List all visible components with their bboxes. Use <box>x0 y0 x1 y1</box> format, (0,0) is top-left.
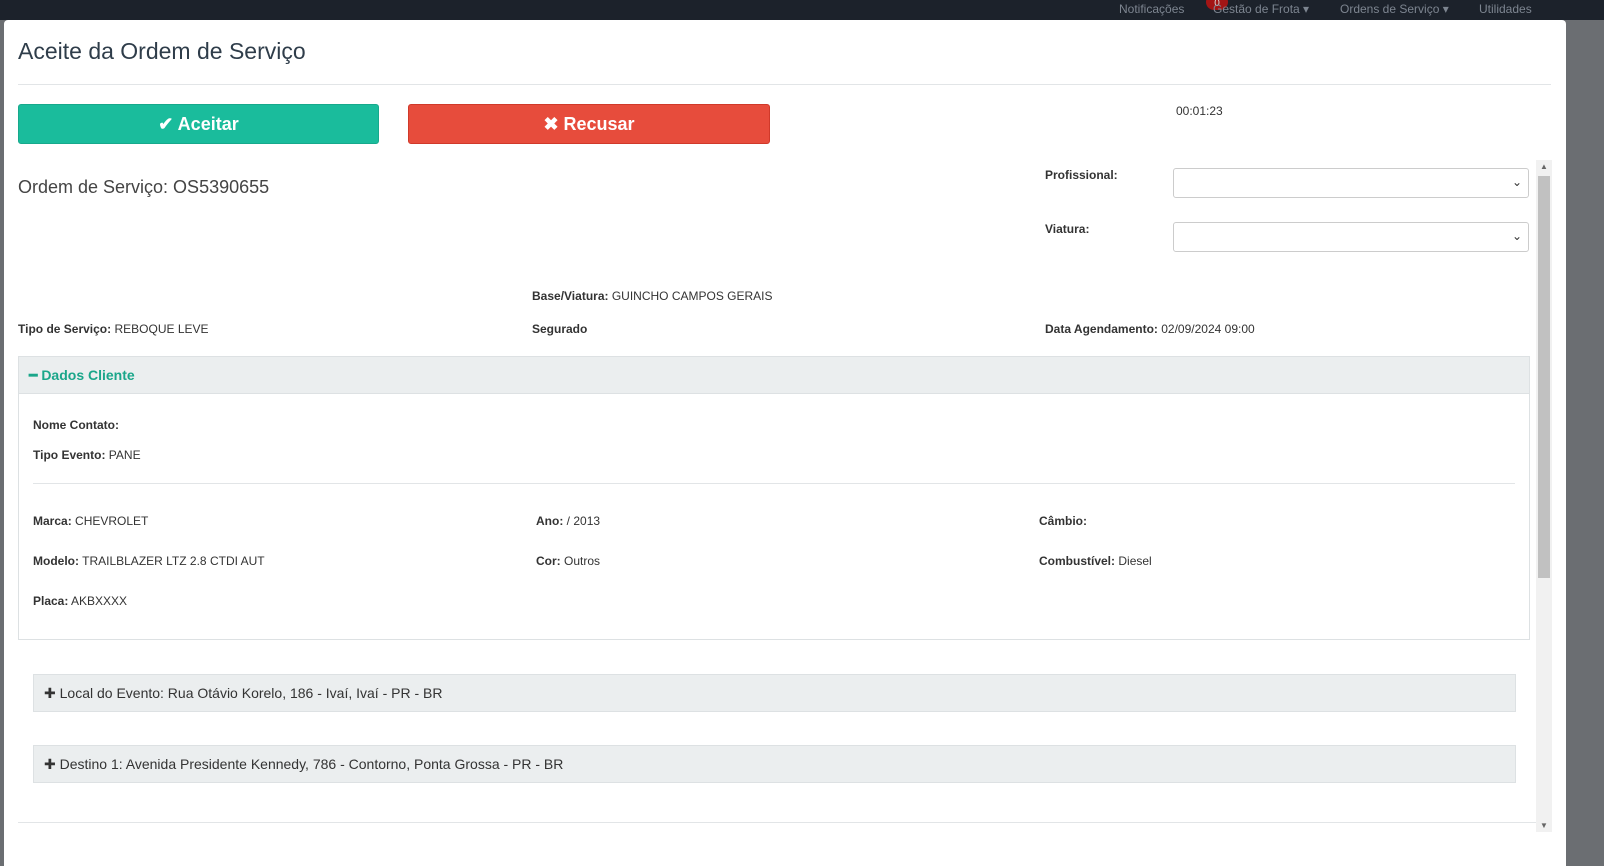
marca-label: Marca: <box>33 514 72 528</box>
modelo-value: TRAILBLAZER LTZ 2.8 CTDI AUT <box>82 554 265 568</box>
agendamento-value: 02/09/2024 09:00 <box>1161 322 1255 336</box>
scrollbar-thumb[interactable] <box>1538 176 1550 578</box>
tipo-servico-value: REBOQUE LEVE <box>114 322 209 336</box>
order-number: Ordem de Serviço: OS5390655 <box>18 177 270 197</box>
viatura-select[interactable]: ⌄ <box>1173 222 1529 252</box>
nav-ordens-servico[interactable]: Ordens de Serviço ▾ <box>1340 2 1449 16</box>
chevron-down-icon: ⌄ <box>1511 175 1522 189</box>
chevron-down-icon: ⌄ <box>1511 229 1522 243</box>
combustivel-label: Combustível: <box>1039 554 1116 568</box>
scroll-up-icon[interactable]: ▲ <box>1540 162 1548 171</box>
placa-value: AKBXXXX <box>71 594 128 608</box>
local-evento-toggle[interactable]: ✚ Local do Evento: Rua Otávio Korelo, 18… <box>33 674 1516 712</box>
divider <box>18 84 1551 85</box>
profissional-label: Profissional: <box>1045 168 1118 182</box>
marca-value: CHEVROLET <box>75 514 149 528</box>
divider <box>18 822 1536 823</box>
tipo-evento-label: Tipo Evento: <box>33 448 106 462</box>
dados-cliente-panel: ━ Dados Cliente Nome Contato: Tipo Event… <box>18 356 1530 640</box>
viatura-label: Viatura: <box>1045 222 1090 236</box>
top-navbar: Notificações 0 Gestão de Frota ▾ Ordens … <box>0 0 1604 20</box>
accept-order-modal: Aceite da Ordem de Serviço ✔ Aceitar ✖ R… <box>4 20 1566 866</box>
cambio-label: Câmbio: <box>1039 514 1087 528</box>
segurado-label: Segurado <box>532 322 588 336</box>
scroll-down-icon[interactable]: ▼ <box>1540 821 1548 830</box>
refuse-button[interactable]: ✖ Recusar <box>408 104 770 144</box>
dados-cliente-toggle[interactable]: ━ Dados Cliente <box>19 357 1529 394</box>
ano-label: Ano: <box>536 514 564 528</box>
placa-label: Placa: <box>33 594 69 608</box>
cor-label: Cor: <box>536 554 561 568</box>
modelo-label: Modelo: <box>33 554 79 568</box>
agendamento-label: Data Agendamento: <box>1045 322 1158 336</box>
profissional-select[interactable]: ⌄ <box>1173 168 1529 198</box>
combustivel-value: Diesel <box>1118 554 1152 568</box>
scrollbar[interactable]: ▲ ▼ <box>1536 160 1552 832</box>
base-value: GUINCHO CAMPOS GERAIS <box>611 289 773 303</box>
base-label: Base/Viatura: <box>532 289 609 303</box>
ano-value: / 2013 <box>566 514 601 528</box>
cor-value: Outros <box>564 554 601 568</box>
tipo-evento-value: PANE <box>108 448 141 462</box>
nome-contato-label: Nome Contato: <box>33 418 119 432</box>
divider <box>33 483 1515 484</box>
timer: 00:01:23 <box>1176 104 1223 118</box>
tipo-servico-label: Tipo de Serviço: <box>18 322 112 336</box>
destino-toggle[interactable]: ✚ Destino 1: Avenida Presidente Kennedy,… <box>33 745 1516 783</box>
nav-notifications[interactable]: Notificações <box>1119 2 1184 16</box>
nav-gestao-frota[interactable]: Gestão de Frota ▾ <box>1213 2 1309 16</box>
nav-utilidades[interactable]: Utilidades <box>1479 2 1532 16</box>
accept-button[interactable]: ✔ Aceitar <box>18 104 379 144</box>
modal-title: Aceite da Ordem de Serviço <box>18 38 306 64</box>
